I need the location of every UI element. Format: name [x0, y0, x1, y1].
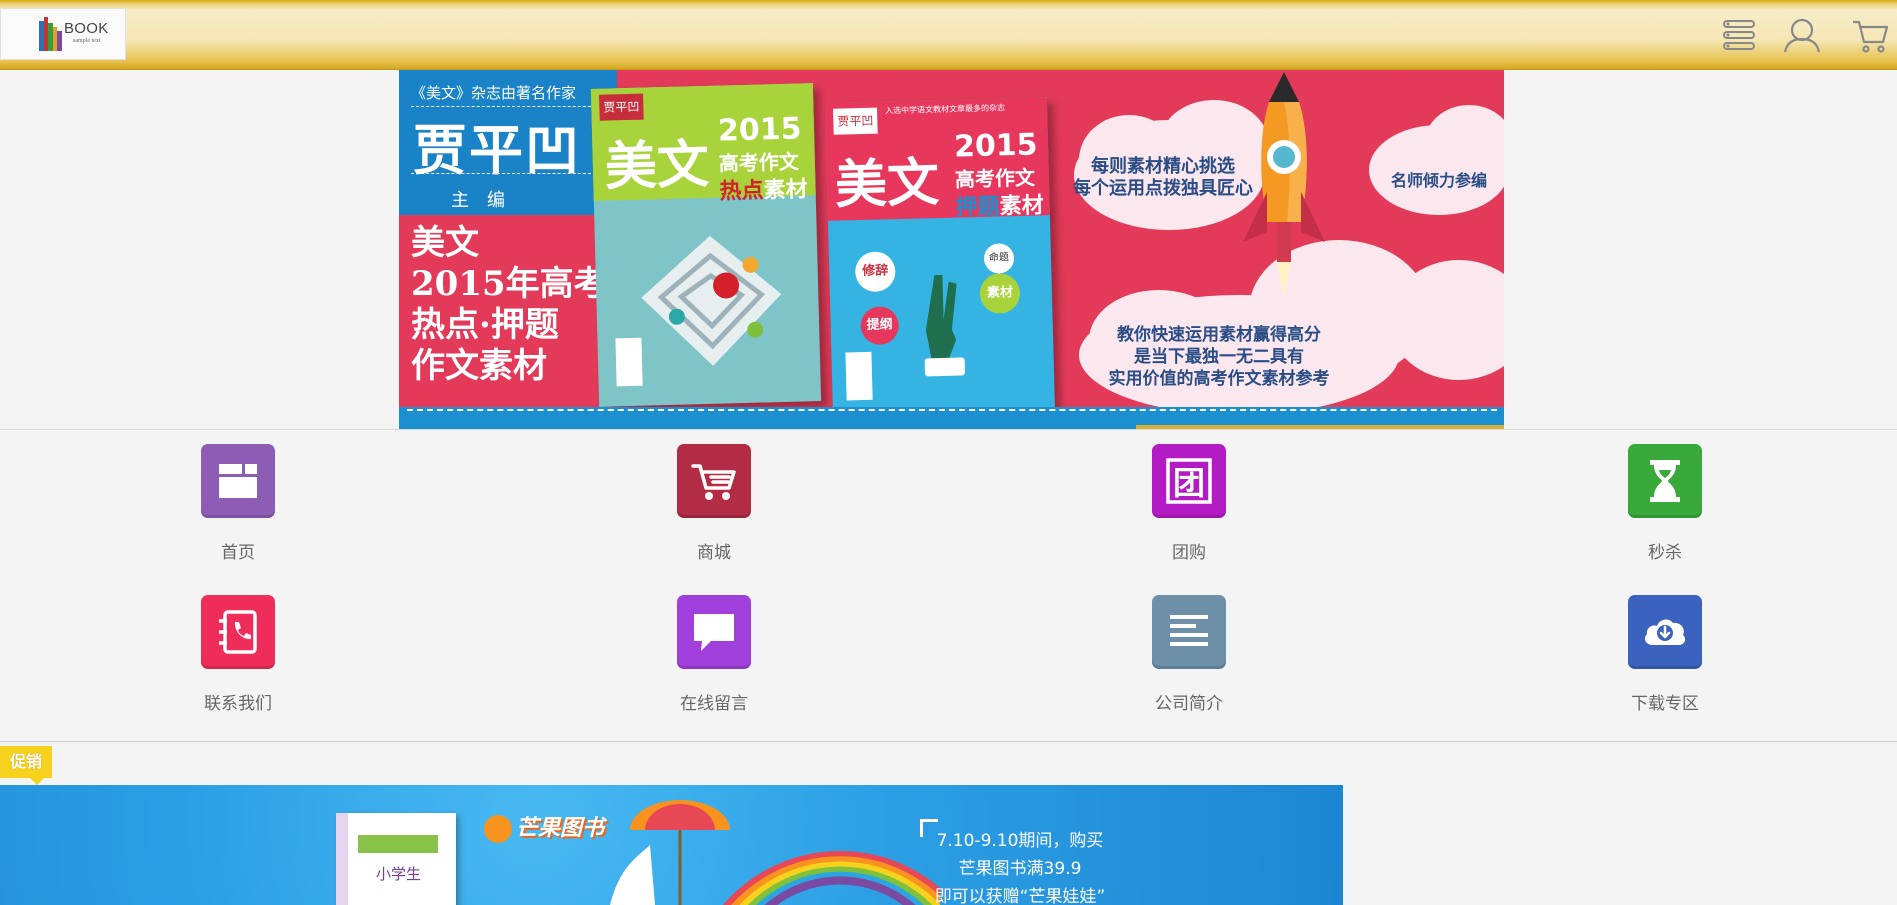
menu-list-icon[interactable]	[1720, 16, 1758, 54]
book-cover-hotspot[interactable]: 贾平凹 美文 2015 高考作文 热点素材	[590, 83, 822, 407]
maze-illustration-icon	[641, 235, 782, 366]
banner-headline: 美文 2015年高考 热点·押题 作文素材	[411, 223, 608, 386]
nav-download[interactable]: 下载专区	[1585, 595, 1745, 714]
user-icon[interactable]	[1783, 16, 1821, 54]
nav-about[interactable]: 公司简介	[1109, 595, 1269, 714]
home-layout-icon	[219, 464, 257, 498]
hand-illustration-icon	[924, 274, 965, 377]
nav-shop[interactable]: 商城	[634, 444, 794, 563]
banner-footer	[399, 407, 1504, 429]
nav-message[interactable]: 在线留言	[634, 595, 794, 714]
nav-home[interactable]: 首页	[158, 444, 318, 563]
cloud-text-description: 教你快速运用素材赢得高分 是当下最独一无二具有 实用价值的高考作文素材参考	[1108, 325, 1330, 389]
nav-label: 秒杀	[1648, 543, 1682, 563]
books-logo-icon	[39, 17, 62, 51]
rocket-pencil-icon	[1243, 72, 1325, 297]
nav-label: 下载专区	[1631, 694, 1699, 714]
nav-label: 首页	[221, 543, 255, 563]
nav-label: 联系我们	[204, 694, 272, 714]
site-logo[interactable]: BOOK sample text	[0, 8, 126, 60]
book2-magazine-title: 美文	[834, 152, 940, 216]
promo-book-cover: 小学生	[336, 813, 456, 905]
top-header: BOOK sample text	[0, 0, 1897, 70]
phone-book-icon	[219, 610, 257, 654]
hero-banner[interactable]: 《美文》杂志由著名作家 贾平凹 主 编 美文 2015年高考 热点·押题 作文素…	[399, 70, 1504, 429]
nav-flash-sale[interactable]: 秒杀	[1585, 444, 1745, 563]
rainbow-umbrella-icon	[610, 800, 940, 905]
group-buy-icon: 团	[1166, 458, 1212, 504]
cloud-text-teachers: 名师倾力参编	[1390, 171, 1487, 190]
book1-magazine-title: 美文	[604, 133, 710, 198]
author-intro: 《美文》杂志由著名作家	[411, 84, 577, 102]
nav-group-buy[interactable]: 团 团购	[1109, 444, 1269, 563]
promo-tag: 促销	[0, 746, 53, 785]
author-role: 主 编	[451, 190, 505, 211]
cart-icon[interactable]	[1851, 16, 1889, 54]
promo-banner[interactable]: 小学生 芒果图书 7.10-9.10期间，购买 芒果图书满39.9 即可以获赠“…	[0, 785, 1343, 905]
nav-label: 在线留言	[680, 694, 748, 714]
author-panel: 《美文》杂志由著名作家 贾平凹 主 编	[399, 70, 617, 215]
svg-text:团: 团	[1173, 464, 1205, 502]
nav-contact[interactable]: 联系我们	[158, 595, 318, 714]
chat-bubble-icon	[694, 614, 734, 651]
nav-label: 团购	[1172, 543, 1206, 563]
hourglass-icon	[1650, 460, 1680, 502]
promo-text: 7.10-9.10期间，购买 芒果图书满39.9 即可以获赠“芒果娃娃”	[934, 831, 1106, 905]
cloud-download-icon	[1645, 619, 1686, 645]
logo-title: BOOK	[64, 20, 109, 37]
nav-label: 商城	[697, 543, 731, 563]
text-lines-icon	[1170, 615, 1208, 646]
logo-subtitle: sample text	[73, 38, 101, 44]
nav-label: 公司简介	[1155, 694, 1223, 714]
book-cover-prediction[interactable]: 入选中学语文教材文章最多的杂志 贾平凹 美文 2015 高考作文 押题素材 修辞…	[824, 97, 1056, 421]
shopping-cart-icon	[691, 464, 736, 500]
